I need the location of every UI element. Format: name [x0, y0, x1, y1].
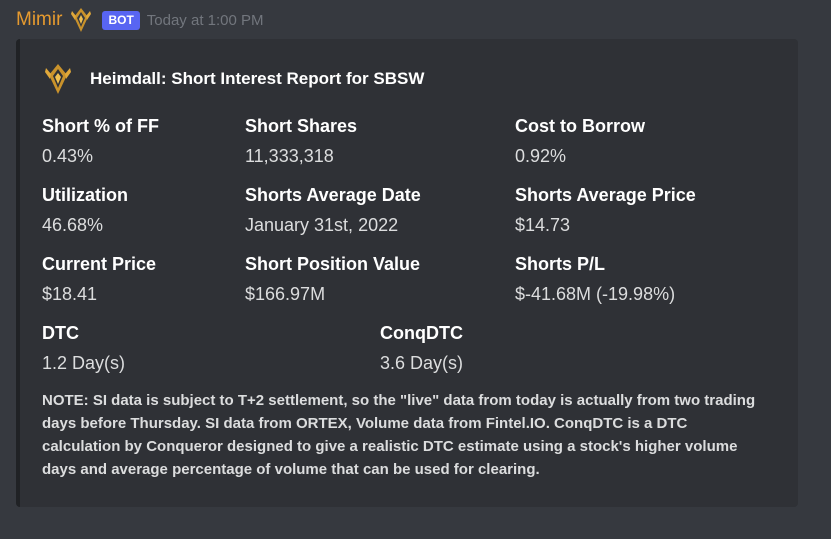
embed-author: Heimdall: Short Interest Report for SBSW	[44, 63, 424, 95]
field-utilization: Utilization 46.68%	[42, 184, 128, 236]
field-name: Shorts Average Date	[245, 185, 421, 205]
field-name: Short % of FF	[42, 116, 159, 136]
field-name: Short Position Value	[245, 254, 421, 274]
field-value: 1.2 Day(s)	[42, 353, 126, 373]
field-current-price: Current Price $18.41	[42, 253, 156, 305]
field-value: $14.73	[515, 215, 571, 235]
field-short-pct-ff: Short % of FF 0.43%	[42, 115, 159, 167]
field-cost-to-borrow: Cost to Borrow 0.92%	[515, 115, 645, 167]
field-value: $18.41	[42, 284, 98, 304]
bot-tag: BOT	[102, 10, 140, 30]
field-value: 0.43%	[42, 146, 94, 166]
message-header: Mimir BOT Today at 1:00 PM	[16, 6, 264, 34]
gold-emblem-icon	[44, 63, 72, 95]
chat-message: Mimir BOT Today at 1:00 PM Heimdall: Sho…	[0, 0, 831, 539]
field-value: $166.97M	[245, 284, 326, 304]
field-shorts-average-price: Shorts Average Price $14.73	[515, 184, 696, 236]
field-value: January 31st, 2022	[245, 215, 399, 235]
field-value: 0.92%	[515, 146, 567, 166]
gold-emblem-icon	[70, 7, 92, 33]
field-shorts-average-date: Shorts Average Date January 31st, 2022	[245, 184, 421, 236]
field-name: Shorts P/L	[515, 254, 606, 274]
field-name: Utilization	[42, 185, 128, 205]
timestamp: Today at 1:00 PM	[146, 11, 264, 29]
embed-accent-bar	[16, 39, 20, 507]
field-value: 11,333,318	[245, 146, 334, 166]
field-name: Current Price	[42, 254, 157, 274]
field-shorts-pl: Shorts P/L $-41.68M (-19.98%)	[515, 253, 675, 305]
field-name: Cost to Borrow	[515, 116, 645, 136]
field-conqdtc: ConqDTC 3.6 Day(s)	[380, 322, 463, 374]
username[interactable]: Mimir	[16, 9, 62, 31]
field-value: $-41.68M (-19.98%)	[515, 284, 676, 304]
field-name: Shorts Average Price	[515, 185, 696, 205]
field-short-position-value: Short Position Value $166.97M	[245, 253, 420, 305]
embed-note: NOTE: SI data is subject to T+2 settleme…	[42, 392, 756, 478]
field-dtc: DTC 1.2 Day(s)	[42, 322, 125, 374]
field-value: 46.68%	[42, 215, 104, 235]
field-name: DTC	[42, 323, 79, 343]
embed-card: Heimdall: Short Interest Report for SBSW…	[16, 39, 798, 507]
field-name: ConqDTC	[380, 323, 463, 343]
field-short-shares: Short Shares 11,333,318	[245, 115, 357, 167]
field-name: Short Shares	[245, 116, 358, 136]
field-value: 3.6 Day(s)	[380, 353, 464, 373]
embed-author-name: Heimdall: Short Interest Report for SBSW	[90, 69, 425, 88]
